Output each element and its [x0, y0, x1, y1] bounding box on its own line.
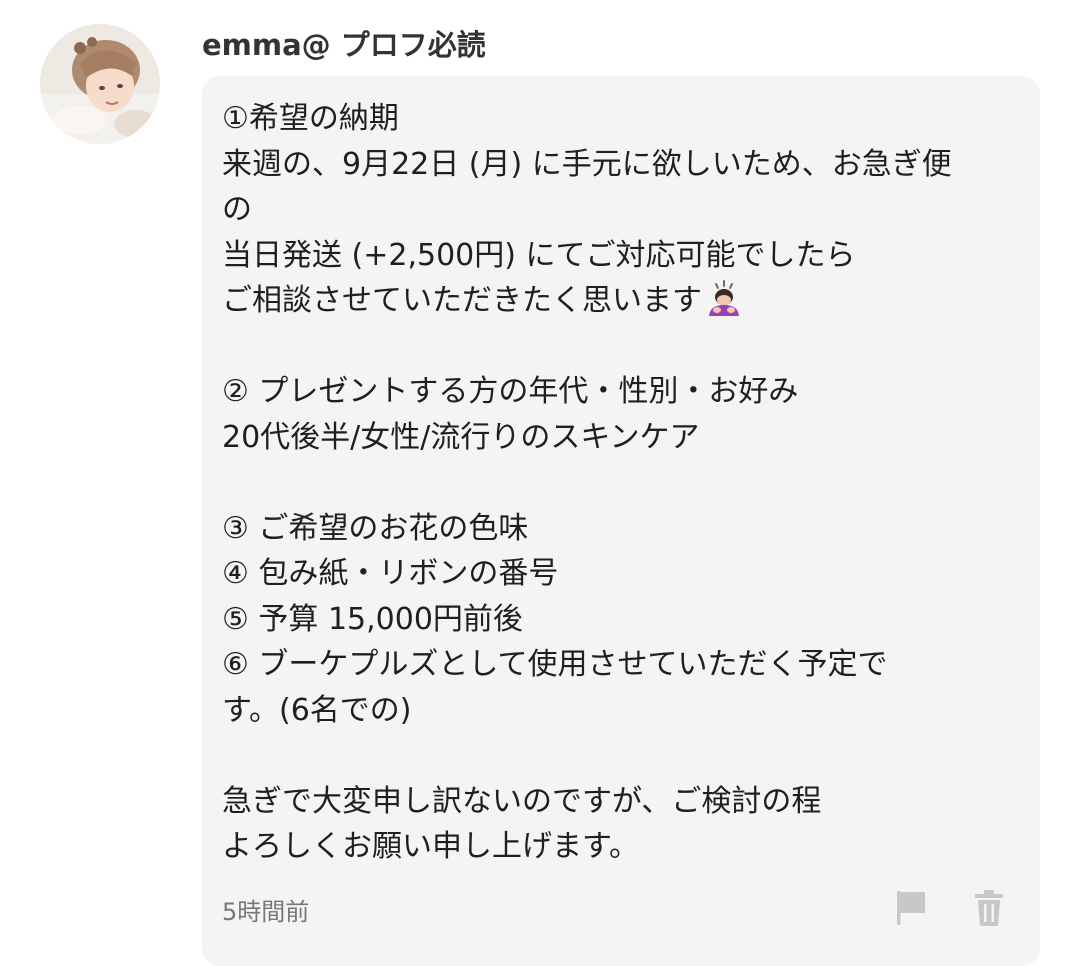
- trash-icon: [975, 890, 1003, 926]
- report-button[interactable]: [894, 888, 930, 928]
- person-bowing-emoji-icon: [704, 278, 744, 318]
- message-line: 来週の、9月22日 (月) に手元に欲しいため、お急ぎ便: [222, 146, 952, 182]
- message-line: [222, 460, 1022, 506]
- message-line: ⑤ 予算 15,000円前後: [222, 601, 523, 637]
- comment-timestamp: 5時間前: [222, 898, 310, 926]
- message-line: の: [222, 192, 252, 227]
- message-line: [222, 324, 1022, 370]
- comment-bubble: ①希望の納期 来週の、9月22日 (月) に手元に欲しいため、お急ぎ便 の 当日…: [202, 76, 1040, 966]
- message-line: [222, 733, 1022, 779]
- delete-button[interactable]: [973, 888, 1005, 928]
- message-line: す。(6名での): [222, 692, 412, 728]
- flag-icon: [897, 891, 925, 925]
- message-line: ② プレゼントする方の年代・性別・お好み: [222, 374, 799, 409]
- message-line: ⑥ ブーケプルズとして使用させていただく予定で: [222, 647, 888, 682]
- message-line: ④ 包み紙・リボンの番号: [222, 556, 559, 591]
- message-line: よろしくお願い申し上げます。: [222, 829, 639, 864]
- message-line-with-emoji: ご相談させていただきたく思います: [222, 278, 1022, 324]
- message-line: 20代後半/女性/流行りのスキンケア: [222, 419, 700, 455]
- message-line: ①希望の納期: [222, 101, 399, 136]
- message-line-text: ご相談させていただきたく思います: [222, 283, 702, 318]
- message-line: ③ ご希望のお花の色味: [222, 510, 529, 546]
- message-line: 当日発送 (+2,500円) にてご対応可能でしたら: [222, 237, 856, 273]
- avatar-photo-icon: [40, 24, 160, 144]
- user-avatar[interactable]: [40, 24, 160, 144]
- comment-message: ①希望の納期 来週の、9月22日 (月) に手元に欲しいため、お急ぎ便 の 当日…: [222, 96, 1022, 870]
- message-line: 急ぎで大変申し訳ないのですが、ご検討の程: [222, 783, 822, 819]
- comment-username[interactable]: emma@ プロフ必読: [202, 22, 486, 68]
